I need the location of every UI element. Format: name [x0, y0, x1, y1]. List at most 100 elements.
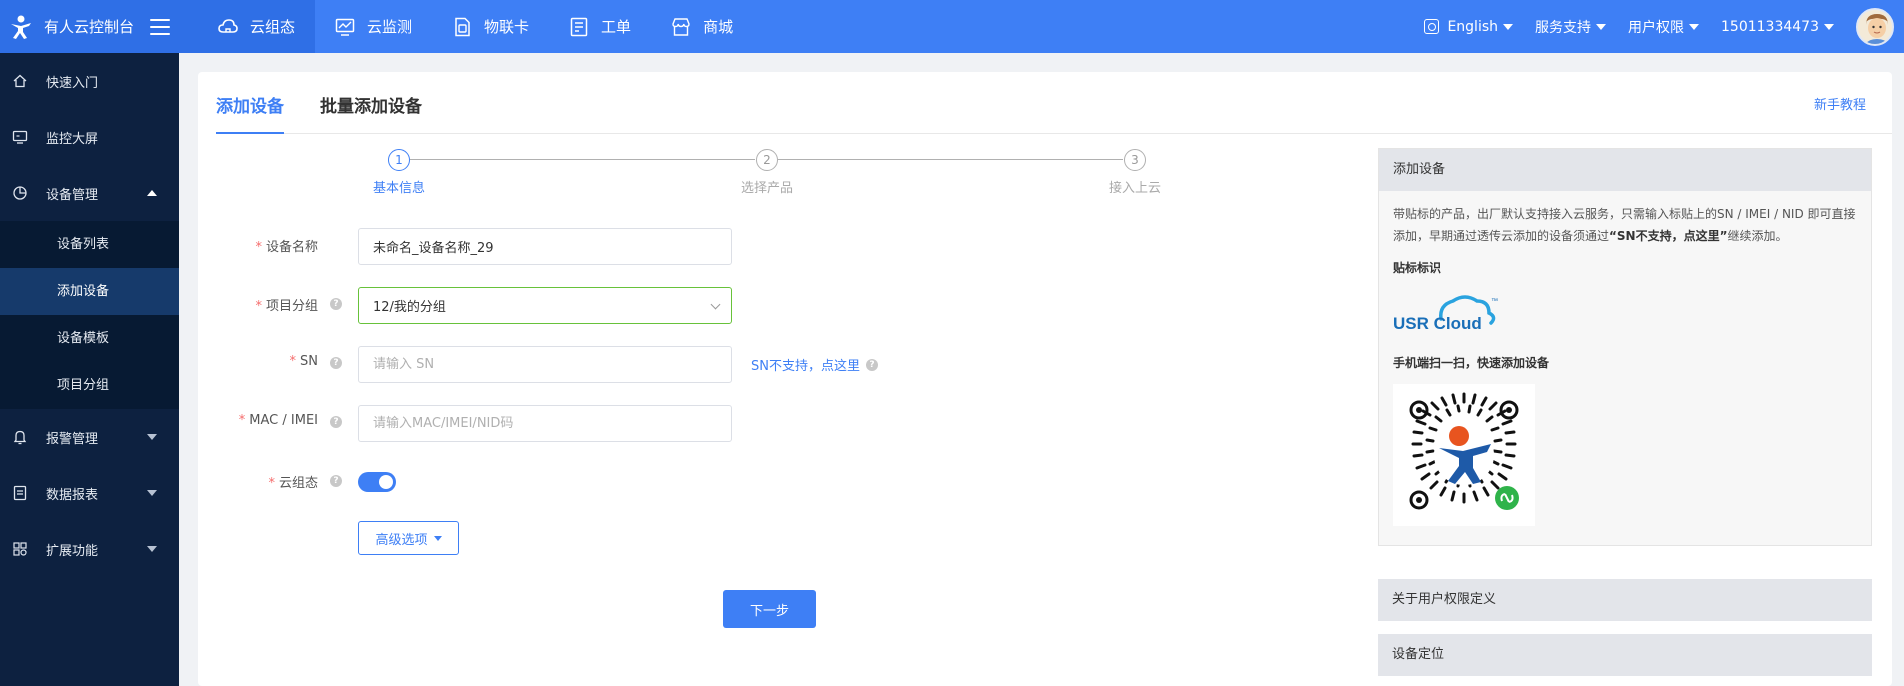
sidebar-item-alarm[interactable]: 报警管理 — [0, 409, 179, 465]
step-1-label: 基本信息 — [372, 181, 425, 196]
stepper: 1 2 3 基本信息 选择产品 接入上云 — [198, 147, 1198, 207]
caret-down-icon — [433, 535, 442, 541]
top-right-menu: English 服务支持 用户权限 15011334473 — [1402, 0, 1904, 53]
cloud-icon — [218, 18, 238, 33]
device-name-input[interactable] — [358, 228, 732, 265]
ticket-icon — [570, 17, 588, 36]
usr-logo-icon — [11, 15, 31, 39]
help-icon[interactable]: ? — [330, 357, 342, 369]
project-group-select[interactable]: 12/我的分组 — [358, 287, 732, 324]
topnav-item-sim-card[interactable]: 物联卡 — [432, 0, 549, 53]
sidebar-label: 报警管理 — [46, 431, 99, 447]
mini-program-qr-code[interactable] — [1393, 384, 1535, 526]
apps-grid-icon — [13, 542, 27, 556]
account-menu[interactable]: 15011334473 — [1721, 19, 1834, 35]
language-label: English — [1447, 18, 1499, 35]
tab-add-device[interactable]: 添加设备 — [216, 92, 284, 134]
sn-label: * SN — [289, 354, 318, 369]
report-icon — [13, 485, 27, 501]
sidebar-subitem-add-device[interactable]: 添加设备 — [0, 268, 179, 315]
topnav-label: 工单 — [601, 18, 632, 36]
sidebar-label: 数据报表 — [46, 487, 99, 503]
next-step-button[interactable]: 下一步 — [723, 590, 816, 628]
cloud-config-toggle[interactable] — [358, 472, 396, 492]
sidebar-subitem-device-list[interactable]: 设备列表 — [0, 221, 179, 268]
chevron-up-icon — [147, 190, 157, 196]
tab-batch-add[interactable]: 批量添加设备 — [320, 92, 422, 134]
bell-icon — [13, 430, 27, 445]
sidebar-item-device-mgmt[interactable]: 设备管理 — [0, 165, 179, 221]
device-submenu: 设备列表 添加设备 设备模板 项目分组 — [0, 221, 179, 409]
main-card: 添加设备 批量添加设备 新手教程 1 2 3 基本信息 选择产品 接入上云 * 设… — [198, 72, 1892, 686]
tutorial-link[interactable]: 新手教程 — [1814, 94, 1866, 113]
support-label: 服务支持 — [1535, 19, 1592, 36]
step-2-circle: 2 — [756, 149, 778, 171]
store-icon — [672, 17, 690, 36]
panel-description: 带贴标的产品，出厂默认支持接入云服务，只需输入标贴上的SN / IMEI / N… — [1393, 207, 1856, 243]
device-name-label: * 设备名称 — [255, 240, 318, 255]
top-bar: 有人云控制台 云组态 云监测 物联卡 工单 商城 English 服务支持 用户… — [0, 0, 1904, 53]
caret-down-icon — [1596, 23, 1607, 30]
language-icon — [1424, 19, 1440, 34]
step-3-circle: 3 — [1124, 149, 1146, 171]
language-selector[interactable]: English — [1424, 18, 1514, 35]
chevron-down-icon — [147, 546, 157, 552]
sidebar-label: 监控大屏 — [46, 131, 99, 147]
sidebar-item-quickstart[interactable]: 快速入门 — [0, 53, 179, 109]
permissions-menu[interactable]: 用户权限 — [1628, 17, 1700, 37]
sidebar: 快速入门 监控大屏 设备管理 设备列表 添加设备 设备模板 项目分组 报警管理 … — [0, 53, 179, 686]
sidebar-subitem-project-group[interactable]: 项目分组 — [0, 362, 179, 409]
sidebar-label: 快速入门 — [46, 75, 99, 91]
sidebar-label: 扩展功能 — [46, 543, 99, 559]
top-nav: 云组态 云监测 物联卡 工单 商城 — [198, 0, 753, 53]
topnav-label: 云组态 — [250, 18, 296, 36]
topnav-label: 物联卡 — [484, 18, 530, 36]
sn-unsupported-link[interactable]: SN不支持，点这里 — [751, 355, 860, 374]
avatar-face-icon — [1858, 9, 1892, 44]
sidebar-item-bigscreen[interactable]: 监控大屏 — [0, 109, 179, 165]
sidebar-item-report[interactable]: 数据报表 — [0, 465, 179, 521]
panel-title[interactable]: 添加设备 — [1379, 149, 1871, 191]
caret-down-icon — [1689, 23, 1700, 30]
sidebar-subitem-device-template[interactable]: 设备模板 — [0, 315, 179, 362]
step-3-label: 接入上云 — [1108, 181, 1161, 196]
step-connector — [410, 159, 755, 160]
avatar[interactable] — [1856, 7, 1894, 46]
svg-text:USR Cloud: USR Cloud — [1393, 314, 1482, 333]
topnav-item-store[interactable]: 商城 — [651, 0, 753, 53]
home-icon — [13, 74, 27, 88]
hamburger-menu-icon[interactable] — [150, 18, 171, 35]
label-title: 贴标标识 — [1393, 261, 1442, 275]
step-connector — [778, 159, 1123, 160]
mac-imei-input[interactable] — [358, 405, 732, 442]
monitor-icon — [12, 130, 28, 144]
help-icon[interactable]: ? — [330, 416, 342, 428]
panel-permission-definition[interactable]: 关于用户权限定义 — [1378, 579, 1872, 621]
advanced-label: 高级选项 — [375, 532, 428, 548]
brand[interactable]: 有人云控制台 — [0, 0, 198, 53]
topnav-item-ticket[interactable]: 工单 — [549, 0, 651, 53]
topnav-item-cloud-monitor[interactable]: 云监测 — [315, 0, 432, 53]
chevron-down-icon — [710, 299, 721, 310]
sim-card-icon — [455, 17, 470, 36]
topnav-item-cloud-config[interactable]: 云组态 — [198, 0, 316, 53]
help-icon[interactable]: ? — [330, 298, 342, 310]
project-group-value: 12/我的分组 — [373, 300, 446, 315]
step-2-label: 选择产品 — [740, 181, 793, 196]
help-panel-add-device: 添加设备 带贴标的产品，出厂默认支持接入云服务，只需输入标贴上的SN / IME… — [1378, 148, 1872, 546]
brand-title: 有人云控制台 — [44, 18, 135, 36]
step-1-circle: 1 — [388, 149, 410, 171]
advanced-options-button[interactable]: 高级选项 — [358, 521, 459, 555]
help-icon[interactable]: ? — [866, 359, 878, 371]
mac-imei-label: * MAC / IMEI — [238, 413, 318, 428]
chevron-down-icon — [147, 490, 157, 496]
sn-input[interactable] — [358, 346, 732, 383]
sidebar-label: 设备管理 — [46, 187, 99, 203]
sidebar-item-extend[interactable]: 扩展功能 — [0, 521, 179, 577]
svg-text:™: ™ — [1491, 298, 1498, 305]
panel-device-location[interactable]: 设备定位 — [1378, 634, 1872, 676]
help-icon[interactable]: ? — [330, 475, 342, 487]
support-menu[interactable]: 服务支持 — [1535, 17, 1607, 37]
usr-cloud-logo: USR Cloud ™ — [1393, 295, 1498, 333]
topnav-label: 商城 — [703, 18, 734, 36]
